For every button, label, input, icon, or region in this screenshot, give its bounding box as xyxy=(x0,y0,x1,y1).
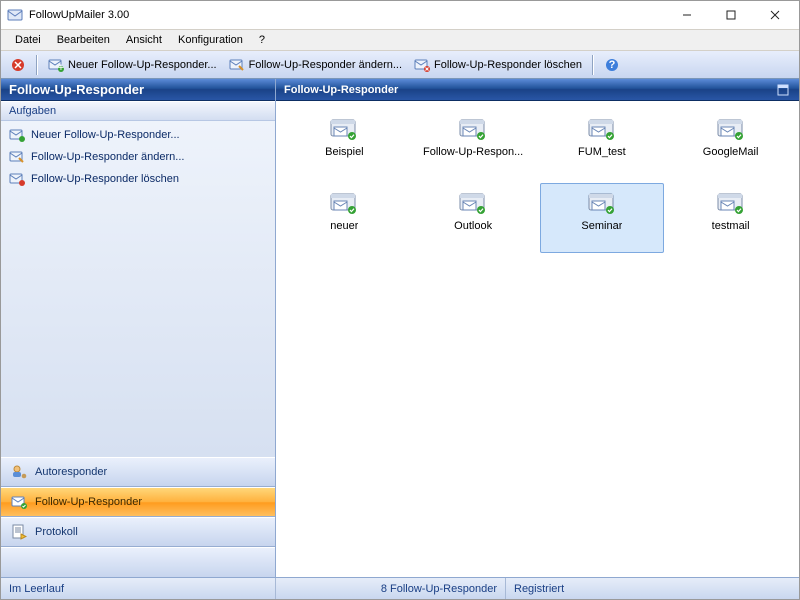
nav-autoresponder[interactable]: Autoresponder xyxy=(1,457,275,487)
mail-edit-icon xyxy=(229,57,245,73)
responder-item[interactable]: Outlook xyxy=(411,183,536,253)
protocol-icon xyxy=(11,524,27,540)
responder-icon xyxy=(586,116,618,142)
responder-label: Follow-Up-Respon... xyxy=(423,146,523,158)
sidebar-nav: Autoresponder Follow-Up-Responder Protok… xyxy=(1,457,275,577)
body: Follow-Up-Responder Aufgaben Neuer Follo… xyxy=(1,79,799,577)
responder-item[interactable]: testmail xyxy=(668,183,793,253)
task-delete-responder[interactable]: Follow-Up-Responder löschen xyxy=(9,171,267,187)
autoresponder-icon xyxy=(11,464,27,480)
responder-label: FUM_test xyxy=(578,146,626,158)
nav-label: Autoresponder xyxy=(35,466,107,478)
close-button[interactable] xyxy=(753,2,797,28)
minimize-button[interactable] xyxy=(665,2,709,28)
responder-icon xyxy=(457,190,489,216)
main-header: Follow-Up-Responder xyxy=(276,79,799,101)
responder-item[interactable]: Follow-Up-Respon... xyxy=(411,109,536,179)
toolbar-delete-responder[interactable]: Follow-Up-Responder löschen xyxy=(409,54,587,76)
menu-edit[interactable]: Bearbeiten xyxy=(49,32,118,48)
menu-config[interactable]: Konfiguration xyxy=(170,32,251,48)
nav-spacer xyxy=(1,547,275,577)
toolbar-edit-label: Follow-Up-Responder ändern... xyxy=(249,59,402,71)
status-left: Im Leerlauf xyxy=(1,578,276,599)
nav-protocol[interactable]: Protokoll xyxy=(1,517,275,547)
nav-label: Follow-Up-Responder xyxy=(35,496,142,508)
responder-label: Seminar xyxy=(581,220,622,232)
task-new-responder[interactable]: Neuer Follow-Up-Responder... xyxy=(9,127,267,143)
help-icon: ? xyxy=(604,57,620,73)
sidebar-tasks: Neuer Follow-Up-Responder... Follow-Up-R… xyxy=(1,121,275,457)
maximize-button[interactable] xyxy=(709,2,753,28)
sidebar: Follow-Up-Responder Aufgaben Neuer Follo… xyxy=(1,79,276,577)
mail-delete-icon xyxy=(9,171,25,187)
responder-grid: Beispiel Follow-Up-Respon... FUM_test Googl… xyxy=(276,101,799,577)
main: Follow-Up-Responder Beispiel Follow-Up-Re… xyxy=(276,79,799,577)
app-icon xyxy=(7,7,23,23)
menu-file[interactable]: Datei xyxy=(7,32,49,48)
responder-icon xyxy=(457,116,489,142)
titlebar: FollowUpMailer 3.00 xyxy=(1,1,799,29)
sidebar-tasks-title: Aufgaben xyxy=(1,101,275,121)
nav-followup-responder[interactable]: Follow-Up-Responder xyxy=(1,487,275,517)
toolbar: + Neuer Follow-Up-Responder... Follow-Up… xyxy=(1,51,799,79)
menu-help[interactable]: ? xyxy=(251,32,273,48)
maximize-pane-icon[interactable] xyxy=(775,82,791,98)
nav-label: Protokoll xyxy=(35,526,78,538)
mail-delete-icon xyxy=(414,57,430,73)
svg-text:?: ? xyxy=(609,59,616,71)
task-edit-responder[interactable]: Follow-Up-Responder ändern... xyxy=(9,149,267,165)
svg-text:+: + xyxy=(58,62,64,72)
responder-icon xyxy=(715,116,747,142)
mail-edit-icon xyxy=(9,149,25,165)
task-label: Neuer Follow-Up-Responder... xyxy=(31,129,180,141)
toolbar-new-responder[interactable]: + Neuer Follow-Up-Responder... xyxy=(43,54,222,76)
sidebar-panel-title: Follow-Up-Responder xyxy=(1,79,275,101)
responder-item[interactable]: Seminar xyxy=(540,183,665,253)
responder-item[interactable]: Beispiel xyxy=(282,109,407,179)
main-title: Follow-Up-Responder xyxy=(284,84,398,96)
status-center: 8 Follow-Up-Responder xyxy=(276,578,506,599)
window-controls xyxy=(665,2,797,28)
responder-label: neuer xyxy=(330,220,358,232)
toolbar-edit-responder[interactable]: Follow-Up-Responder ändern... xyxy=(224,54,407,76)
statusbar: Im Leerlauf 8 Follow-Up-Responder Regist… xyxy=(1,577,799,599)
responder-item[interactable]: GoogleMail xyxy=(668,109,793,179)
followup-icon xyxy=(11,494,27,510)
responder-label: testmail xyxy=(712,220,750,232)
toolbar-stop-button[interactable] xyxy=(5,54,31,76)
responder-icon xyxy=(328,116,360,142)
responder-icon xyxy=(586,190,618,216)
menubar: Datei Bearbeiten Ansicht Konfiguration ? xyxy=(1,29,799,51)
task-label: Follow-Up-Responder ändern... xyxy=(31,151,184,163)
mail-new-icon xyxy=(9,127,25,143)
toolbar-delete-label: Follow-Up-Responder löschen xyxy=(434,59,582,71)
stop-icon xyxy=(10,57,26,73)
toolbar-help-button[interactable]: ? xyxy=(599,54,625,76)
responder-item[interactable]: neuer xyxy=(282,183,407,253)
toolbar-new-label: Neuer Follow-Up-Responder... xyxy=(68,59,217,71)
responder-icon xyxy=(715,190,747,216)
mail-new-icon: + xyxy=(48,57,64,73)
responder-item[interactable]: FUM_test xyxy=(540,109,665,179)
menu-view[interactable]: Ansicht xyxy=(118,32,170,48)
status-right: Registriert xyxy=(506,578,799,599)
responder-icon xyxy=(328,190,360,216)
task-label: Follow-Up-Responder löschen xyxy=(31,173,179,185)
responder-label: GoogleMail xyxy=(703,146,759,158)
responder-label: Beispiel xyxy=(325,146,364,158)
responder-label: Outlook xyxy=(454,220,492,232)
window-title: FollowUpMailer 3.00 xyxy=(29,9,129,21)
